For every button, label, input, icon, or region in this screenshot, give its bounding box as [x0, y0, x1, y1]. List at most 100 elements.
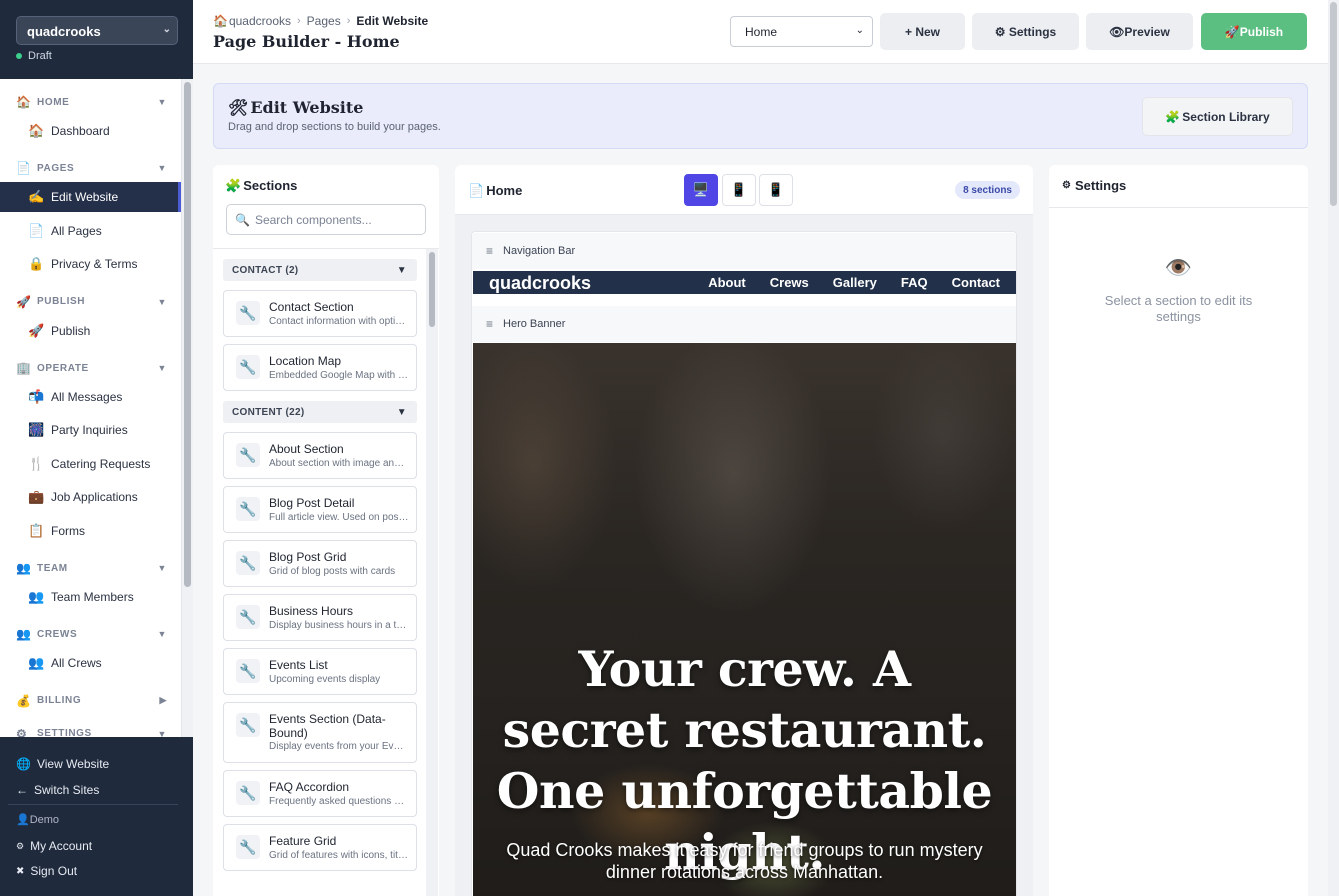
sections-title-text: Sections: [243, 178, 298, 193]
drag-handle-icon[interactable]: ≡: [486, 244, 493, 258]
nav-group-settings[interactable]: ⚙ SETTINGS ▼: [0, 724, 181, 737]
publish-icon: 🚀: [16, 294, 32, 309]
sidebar-item-all-messages[interactable]: 📬 All Messages: [0, 382, 181, 412]
switch-sites-link[interactable]: ← Switch Sites: [16, 783, 99, 797]
component-events-list[interactable]: 🔧 Events List Upcoming events display: [223, 648, 417, 695]
preview-nav-link-contact[interactable]: Contact: [952, 275, 1000, 290]
sign-out-link[interactable]: ✖ Sign Out: [16, 864, 77, 878]
view-website-label: View Website: [36, 757, 110, 771]
preview-hero-banner[interactable]: Your crew. A secret restaurant. One unfo…: [473, 343, 1016, 896]
preview-nav-link-faq[interactable]: FAQ: [901, 275, 928, 290]
component-business-hours[interactable]: 🔧 Business Hours Display business hours in…: [223, 594, 417, 641]
settings-title: ⚙ Settings: [1062, 178, 1126, 193]
dashboard-icon: 🏠: [28, 123, 45, 138]
settings-button[interactable]: ⚙ Settings: [972, 13, 1079, 50]
sidebar-item-catering-requests[interactable]: 🍴 Catering Requests: [0, 449, 181, 479]
banner-title: 🛠 Edit Website: [228, 98, 363, 117]
search-input[interactable]: 🔍 Search components...: [226, 204, 426, 235]
page-title: Page Builder - Home: [213, 32, 400, 51]
site-status-label: Draft: [28, 50, 52, 62]
component-blog-post-detail[interactable]: 🔧 Blog Post Detail Full article view. Used…: [223, 486, 417, 533]
breadcrumb-site[interactable]: quadcrooks: [229, 14, 291, 28]
nav-group-label: CREWS: [37, 628, 78, 640]
page-scrollbar[interactable]: [1328, 0, 1339, 896]
sidebar-item-job-applications[interactable]: 💼 Job Applications: [0, 482, 181, 512]
component-description: Grid of blog posts with cards: [269, 566, 396, 577]
component-faq-accordion[interactable]: 🔧 FAQ Accordion Frequently asked questions…: [223, 770, 417, 817]
settings-icon: ⚙: [16, 726, 28, 737]
page-select[interactable]: Home ⌄: [730, 16, 873, 47]
component-list-scrollbar[interactable]: [426, 249, 438, 896]
preview-button[interactable]: 👁Preview: [1086, 13, 1193, 50]
mobile-view-button[interactable]: 📱: [759, 174, 793, 206]
sidebar-item-all-pages[interactable]: 📄 All Pages: [0, 216, 181, 246]
nav-group-publish[interactable]: 🚀 PUBLISH ▼: [0, 292, 181, 312]
sidebar-item-team-members[interactable]: 👥 Team Members: [0, 582, 181, 612]
preview-navigation-bar[interactable]: quadcrooks About Crews Gallery FAQ Contact: [473, 271, 1016, 294]
chevron-right-icon: ▶: [159, 695, 167, 706]
sidebar-scrollbar[interactable]: [181, 79, 193, 737]
switch-sites-label: Switch Sites: [34, 783, 100, 797]
component-events-section-data-bound[interactable]: 🔧 Events Section (Data-Bound) Display even…: [223, 702, 417, 763]
component-feature-grid[interactable]: 🔧 Feature Grid Grid of features with icons…: [223, 824, 417, 871]
scrollbar-thumb[interactable]: [184, 82, 191, 587]
chevron-down-icon: ▼: [157, 728, 167, 737]
puzzle-icon: 🧩: [1165, 109, 1181, 124]
sidebar-item-label: Edit Website: [51, 190, 119, 205]
section-library-button[interactable]: 🧩 Section Library: [1142, 97, 1293, 136]
sidebar-item-dashboard[interactable]: 🏠 Dashboard: [0, 116, 181, 146]
sidebar-item-publish[interactable]: 🚀 Publish: [0, 316, 181, 346]
component-about-section[interactable]: 🔧 About Section About section with image a…: [223, 432, 417, 479]
drag-handle-icon[interactable]: ≡: [486, 317, 493, 331]
category-contact-2[interactable]: CONTACT (2) ▼: [223, 259, 417, 281]
nav-group-home[interactable]: 🏠 HOME ▼: [0, 92, 181, 112]
component-location-map[interactable]: 🔧 Location Map Embedded Google Map with ad…: [223, 344, 417, 391]
nav-group-crews[interactable]: 👥 CREWS ▼: [0, 624, 181, 644]
desktop-view-button[interactable]: 🖥️: [684, 174, 718, 206]
sidebar-item-label: Job Applications: [51, 490, 138, 505]
component-name: FAQ Accordion: [269, 780, 350, 794]
category-content-22[interactable]: CONTENT (22) ▼: [223, 401, 417, 423]
sidebar-item-privacy-terms[interactable]: 🔒 Privacy & Terms: [0, 249, 181, 279]
chevron-down-icon: ▼: [157, 563, 167, 573]
sidebar-item-forms[interactable]: 📋 Forms: [0, 516, 181, 546]
component-name: Blog Post Detail: [269, 496, 355, 510]
sidebar-item-all-crews[interactable]: 👥 All Crews: [0, 648, 181, 678]
tablet-view-button[interactable]: 📱: [722, 174, 756, 206]
publish-button[interactable]: 🚀Publish: [1201, 13, 1307, 50]
preview-nav-link-gallery[interactable]: Gallery: [833, 275, 877, 290]
wrench-icon: 🔧: [236, 497, 260, 521]
my-account-link[interactable]: ⚙ My Account: [16, 839, 92, 853]
category-label: CONTACT (2): [232, 264, 299, 276]
component-name: About Section: [269, 442, 344, 456]
nav-group-pages[interactable]: 📄 PAGES ▼: [0, 158, 181, 178]
tools-icon: 🛠: [228, 98, 249, 117]
site-select[interactable]: quadcrooks ⌄: [16, 16, 178, 45]
scrollbar-thumb[interactable]: [429, 252, 435, 327]
preview-nav-link-crews[interactable]: Crews: [770, 275, 809, 290]
wrench-icon: 🔧: [236, 835, 260, 859]
sidebar-item-edit-website[interactable]: ✍️ Edit Website: [0, 182, 181, 213]
component-blog-post-grid[interactable]: 🔧 Blog Post Grid Grid of blog posts with c…: [223, 540, 417, 587]
view-website-link[interactable]: 🌐 View Website: [16, 757, 109, 771]
component-contact-section[interactable]: 🔧 Contact Section Contact information with…: [223, 290, 417, 337]
publish-icon: 🚀: [28, 322, 45, 338]
divider: [8, 804, 178, 805]
new-page-button[interactable]: + New: [880, 13, 965, 50]
nav-group-billing[interactable]: 💰 BILLING ▶: [0, 691, 181, 711]
nav-group-label: BILLING: [37, 695, 82, 707]
nav-group-label: OPERATE: [37, 362, 89, 374]
nav-group-team[interactable]: 👥 TEAM ▼: [0, 558, 181, 578]
scrollbar-thumb[interactable]: [1330, 2, 1337, 206]
nav-group-label: TEAM: [37, 562, 68, 574]
breadcrumb-pages[interactable]: Pages: [307, 14, 341, 28]
nav-group-operate[interactable]: 🏢 OPERATE ▼: [0, 358, 181, 378]
desktop-icon: 🖥️: [692, 182, 710, 197]
section-label-navigation[interactable]: ≡ Navigation Bar: [472, 233, 1016, 269]
section-label-hero[interactable]: ≡ Hero Banner: [472, 306, 1016, 342]
close-icon: ✖: [16, 865, 25, 877]
job-applications-icon: 💼: [28, 489, 45, 505]
sidebar-item-party-inquiries[interactable]: 🎆 Party Inquiries: [0, 415, 181, 445]
preview-nav-link-about[interactable]: About: [708, 275, 746, 290]
wrench-icon: 🔧: [236, 551, 260, 575]
